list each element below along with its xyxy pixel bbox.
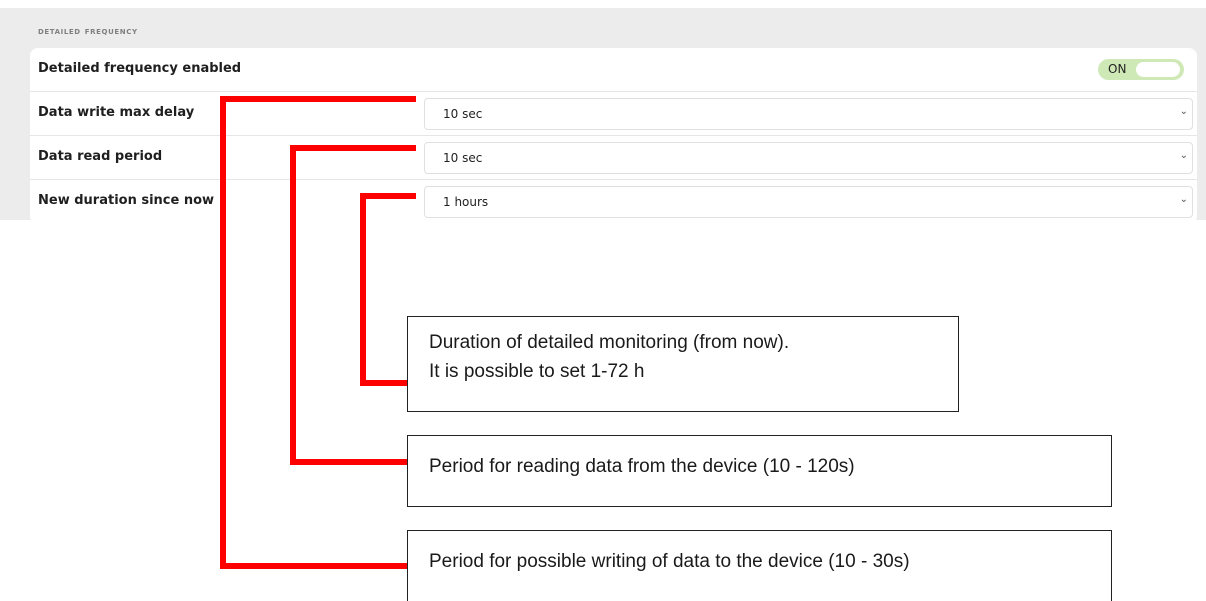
connector-duration-bottom: [360, 380, 410, 386]
settings-card: Detailed frequency enabled ON Data write…: [30, 48, 1197, 224]
section-title: Detailed frequency: [38, 26, 138, 37]
chevron-down-icon: ⌄: [1179, 194, 1188, 205]
toggle-state-text: ON: [1108, 62, 1127, 76]
note-write-period: Period for possible writing of data to t…: [407, 530, 1112, 601]
row-detailed-frequency-enabled: Detailed frequency enabled ON: [30, 48, 1197, 92]
note-read-period: Period for reading data from the device …: [407, 435, 1112, 507]
detailed-frequency-toggle[interactable]: ON: [1098, 59, 1184, 80]
data-write-max-delay-select[interactable]: 10 sec ⌄: [424, 98, 1193, 130]
chevron-down-icon: ⌄: [1179, 106, 1188, 117]
row-data-write-max-delay: Data write max delay 10 sec ⌄: [30, 92, 1197, 136]
note-write-period-text: Period for possible writing of data to t…: [429, 551, 910, 572]
row-new-duration-since-now: New duration since now 1 hours ⌄: [30, 180, 1197, 223]
chevron-down-icon: ⌄: [1179, 150, 1188, 161]
connector-write-vertical: [220, 96, 226, 569]
row-data-read-period: Data read period 10 sec ⌄: [30, 136, 1197, 180]
note-duration-line-2: It is possible to set 1-72 h: [429, 361, 645, 382]
settings-panel: Detailed frequency Detailed frequency en…: [0, 8, 1206, 224]
connector-duration-top: [366, 193, 416, 199]
new-duration-select[interactable]: 1 hours ⌄: [424, 186, 1193, 218]
row-label: Data write max delay: [38, 105, 195, 120]
note-duration-line-1: Duration of detailed monitoring (from no…: [429, 332, 790, 353]
connector-read-vertical: [290, 145, 296, 465]
row-label: Data read period: [38, 149, 163, 164]
connector-write-bottom: [220, 563, 410, 569]
note-read-period-text: Period for reading data from the device …: [429, 456, 855, 477]
connector-read-top: [296, 145, 416, 151]
data-read-period-select[interactable]: 10 sec ⌄: [424, 142, 1193, 174]
select-value: 1 hours: [443, 195, 489, 209]
connector-write-top: [226, 96, 416, 102]
toggle-knob: [1136, 62, 1180, 77]
connector-duration-vertical: [360, 193, 366, 386]
select-value: 10 sec: [443, 151, 483, 165]
connector-read-bottom: [290, 459, 410, 465]
select-value: 10 sec: [443, 107, 483, 121]
row-label: New duration since now: [38, 193, 215, 208]
row-label: Detailed frequency enabled: [38, 61, 242, 76]
note-duration: Duration of detailed monitoring (from no…: [407, 316, 959, 412]
